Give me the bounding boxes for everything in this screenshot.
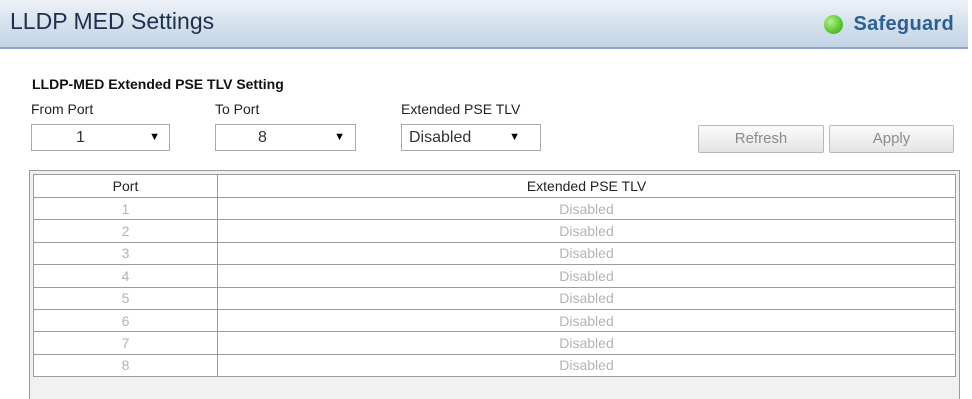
to-port-value: 8	[258, 129, 267, 146]
chevron-down-icon: ▼	[509, 131, 520, 143]
table-row: 4 Disabled	[33, 264, 956, 288]
pse-tlv-cell: Disabled	[217, 353, 956, 378]
port-cell: 5	[33, 286, 218, 310]
table-row: 1 Disabled	[33, 196, 956, 221]
table-row: 3 Disabled	[33, 241, 956, 266]
table-row: 7 Disabled	[33, 331, 956, 355]
port-cell: 7	[33, 331, 218, 355]
port-cell: 3	[33, 241, 218, 266]
from-port-label: From Port	[31, 101, 94, 117]
column-header-port: Port	[33, 174, 218, 198]
from-port-select[interactable]: 1 ▼	[31, 124, 170, 151]
port-cell: 6	[33, 308, 218, 333]
extended-pse-tlv-label: Extended PSE TLV	[401, 101, 521, 117]
from-port-value: 1	[76, 129, 85, 146]
pse-tlv-cell: Disabled	[217, 286, 956, 310]
to-port-select[interactable]: 8 ▼	[215, 124, 356, 151]
apply-button[interactable]: Apply	[829, 125, 954, 153]
table-row: 8 Disabled	[33, 353, 956, 378]
title-bar: LLDP MED Settings Safeguard	[0, 0, 968, 49]
table-header-row: Port Extended PSE TLV	[33, 174, 956, 198]
page-title: LLDP MED Settings	[10, 8, 215, 34]
pse-tlv-cell: Disabled	[217, 196, 956, 221]
chevron-down-icon: ▼	[149, 131, 160, 143]
column-header-extended-pse-tlv: Extended PSE TLV	[217, 174, 956, 198]
to-port-label: To Port	[215, 101, 260, 117]
safeguard-status-icon	[824, 15, 844, 34]
refresh-button[interactable]: Refresh	[698, 125, 824, 153]
pse-tlv-cell: Disabled	[217, 241, 956, 266]
pse-tlv-cell: Disabled	[217, 331, 956, 355]
section-title: LLDP-MED Extended PSE TLV Setting	[32, 76, 284, 92]
table-row: 5 Disabled	[33, 286, 956, 310]
pse-tlv-cell: Disabled	[217, 264, 956, 288]
table-row: 6 Disabled	[33, 308, 956, 333]
pse-tlv-cell: Disabled	[217, 308, 956, 333]
table-row: 2 Disabled	[33, 219, 956, 243]
safeguard-indicator: Safeguard	[824, 13, 954, 36]
chevron-down-icon: ▼	[334, 131, 345, 143]
extended-pse-tlv-value: Disabled	[409, 129, 472, 146]
extended-pse-tlv-select[interactable]: Disabled ▼	[401, 124, 541, 151]
port-cell: 2	[33, 219, 218, 243]
pse-tlv-table-container: Port Extended PSE TLV 1 Disabled 2 Disab…	[29, 170, 960, 399]
pse-tlv-table: Port Extended PSE TLV 1 Disabled 2 Disab…	[33, 174, 956, 378]
port-cell: 8	[33, 353, 218, 378]
safeguard-label: Safeguard	[853, 13, 954, 35]
port-cell: 1	[33, 196, 218, 221]
pse-tlv-cell: Disabled	[217, 219, 956, 243]
port-cell: 4	[33, 264, 218, 288]
